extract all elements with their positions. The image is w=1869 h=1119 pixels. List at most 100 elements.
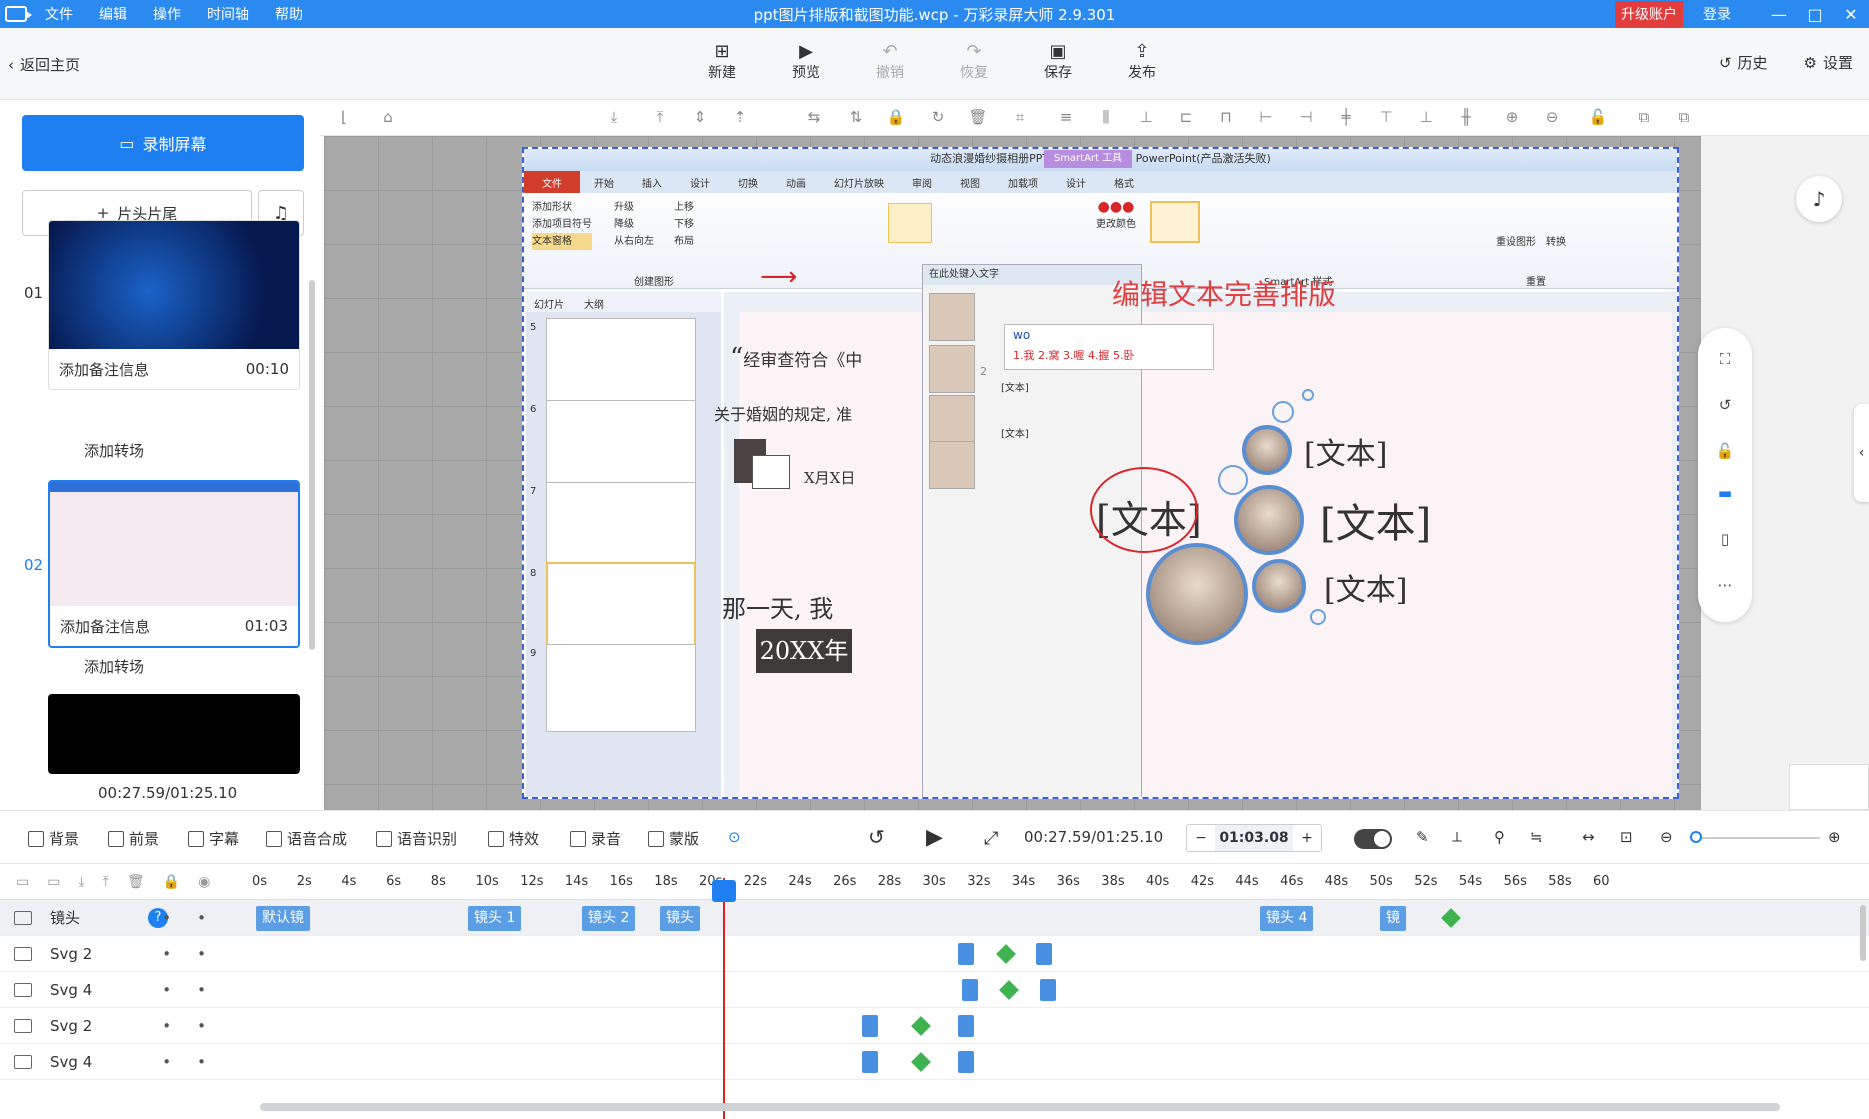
align-bottom-edge-icon[interactable]: ⊥ [1136,108,1156,128]
lens-clip[interactable]: 镜头 2 [582,906,636,931]
lens-clip[interactable]: 镜头 4 [1260,906,1314,931]
keyframe-marker[interactable] [911,1052,931,1072]
collapse-panel-tab[interactable]: ‹ [1854,404,1869,502]
history-button[interactable]: ↺ 历史 [1719,52,1768,73]
more-icon[interactable]: ⋯ [1715,576,1735,596]
back-home-button[interactable]: ‹ 返回主页 [8,54,80,75]
record-audio-button[interactable]: 录音 [570,828,621,849]
flip-horizontal-icon[interactable]: ⇆ [804,108,824,128]
clip-block[interactable] [958,943,974,965]
increase-button[interactable]: + [1293,830,1321,846]
zoom-in-icon[interactable]: ⊕ [1502,108,1522,128]
clip-note[interactable]: 添加备注信息 [59,359,149,380]
lens-clip[interactable]: 镜头 1 [468,906,522,931]
add-folder-icon[interactable]: ▭ [47,874,60,890]
lens-track[interactable]: 默认镜 镜头 1 镜头 2 镜头 镜头 4 镜 [256,900,1869,936]
folder-icon[interactable]: ▭ [16,874,29,890]
top-edge-icon[interactable]: ⊤ [1376,108,1396,128]
subtitle-button[interactable]: 字幕 [188,828,239,849]
time-ruler[interactable]: 0s 2s 4s 6s 8s 10s 12s 14s 16s 18s 20s 22s 24s 26s 28s… [252,864,1869,900]
align-center-icon[interactable]: ⫼ [1096,108,1116,128]
decrease-button[interactable]: − [1187,830,1215,846]
filter-icon[interactable]: ⚲ [1494,828,1505,846]
timeline-horizontal-scrollbar[interactable] [260,1103,1780,1111]
fullscreen-button[interactable]: ⤢ [984,828,998,849]
upgrade-button[interactable]: 升级账户 [1615,1,1683,27]
record-screen-button[interactable]: ▭ 录制屏幕 [22,115,304,171]
clip-note[interactable]: 添加备注信息 [60,616,150,637]
minimize-button[interactable]: — [1761,5,1797,24]
zoom-out-icon[interactable]: ⊖ [1660,828,1673,846]
unlock-icon[interactable]: 🔓 [1588,108,1608,128]
track-row[interactable] [256,972,1869,1008]
home-icon[interactable]: ⌂ [378,108,398,128]
zoom-slider-handle[interactable] [1690,831,1702,843]
clip-card-1[interactable]: 添加备注信息 00:10 [48,220,300,390]
zoom-in-icon[interactable]: ⊕ [1828,828,1841,846]
align-right-icon[interactable]: ⊣ [1296,108,1316,128]
align-box-icon[interactable]: ⊓ [1216,108,1236,128]
track-row[interactable] [256,1008,1869,1044]
crop-icon[interactable]: ⌗ [1010,108,1030,128]
background-button[interactable]: 背景 [28,828,79,849]
center-v-icon[interactable]: ╪ [1336,108,1356,128]
duration-value[interactable]: 01:03.08 [1215,825,1293,851]
monitor-icon[interactable]: ▬ [1715,484,1735,504]
recorded-screen-frame[interactable]: 动态浪漫婚纱摄相册PPT模板 - Microsoft PowerPoint(产品… [522,147,1679,799]
keyframe-marker[interactable] [999,980,1019,1000]
keyframe-marker[interactable] [996,944,1016,964]
more-options-button[interactable]: ⊙ [728,828,741,846]
rewind-button[interactable]: ↺ [868,825,885,849]
redo-button[interactable]: ↷ 恢复 [952,40,996,82]
ruler-icon[interactable]: ⌊ [334,108,354,128]
tts-button[interactable]: 语音合成 [266,828,347,849]
save-button[interactable]: ▣ 保存 [1036,40,1080,82]
menu-help[interactable]: 帮助 [275,4,303,24]
flip-vertical-icon[interactable]: ⇅ [846,108,866,128]
menu-timeline[interactable]: 时间轴 [207,4,249,24]
foreground-button[interactable]: 前景 [108,828,159,849]
screenshot-icon[interactable]: ⛶ [1715,350,1735,370]
menu-file[interactable]: 文件 [45,4,73,24]
clip-block[interactable] [862,1015,878,1037]
maximize-button[interactable]: □ [1797,5,1833,24]
toggle-switch[interactable] [1354,829,1392,849]
paste-icon[interactable]: ⧉ [1674,108,1694,128]
unlock-icon[interactable]: 🔓 [1715,442,1735,462]
play-button[interactable]: ▶ [926,825,943,850]
align-up-icon[interactable]: ⇡ [730,108,750,128]
menu-edit[interactable]: 编辑 [99,4,127,24]
effects-button[interactable]: 特效 [488,828,539,849]
phone-icon[interactable]: ▯ [1715,530,1735,550]
rotate-icon[interactable]: ↻ [928,108,948,128]
align-bottom-icon[interactable]: ⤓ [604,108,624,128]
add-transition-2[interactable]: 添加转场 [84,656,144,677]
clip-card-2[interactable]: 添加备注信息 01:03 [48,480,300,648]
zoom-out-icon[interactable]: ⊖ [1542,108,1562,128]
keyframe-marker[interactable] [1441,908,1461,928]
align-top-icon[interactable]: ⤒ [650,108,670,128]
bottom-edge-icon[interactable]: ⊥ [1416,108,1436,128]
rotate-icon[interactable]: ↺ [1715,396,1735,416]
track-row[interactable] [256,936,1869,972]
publish-button[interactable]: ⇪ 发布 [1120,40,1164,82]
playhead-handle[interactable] [712,880,736,902]
lock-icon[interactable]: 🔒 [886,108,906,128]
eye-icon[interactable]: ◉ [198,874,210,890]
track-row[interactable] [256,1044,1869,1080]
clip-block[interactable] [1036,943,1052,965]
keyframe-marker[interactable] [911,1016,931,1036]
clip-card-3[interactable] [48,694,300,774]
minimap[interactable] [1789,764,1869,810]
align-left-icon[interactable]: ⊢ [1256,108,1276,128]
undo-button[interactable]: ↶ 撤销 [868,40,912,82]
copy-icon[interactable]: ⧉ [1634,108,1654,128]
music-float-button[interactable]: ♪ [1796,176,1842,222]
distribute-icon[interactable]: ≡ [1056,108,1076,128]
delete-icon[interactable]: 🗑 [968,108,988,128]
lens-clip[interactable]: 镜 [1380,906,1406,931]
settings-button[interactable]: ⚙ 设置 [1804,52,1853,73]
align-left-edge-icon[interactable]: ⊏ [1176,108,1196,128]
preview-button[interactable]: ▶ 预览 [784,40,828,82]
zoom-slider-track[interactable] [1690,837,1820,839]
